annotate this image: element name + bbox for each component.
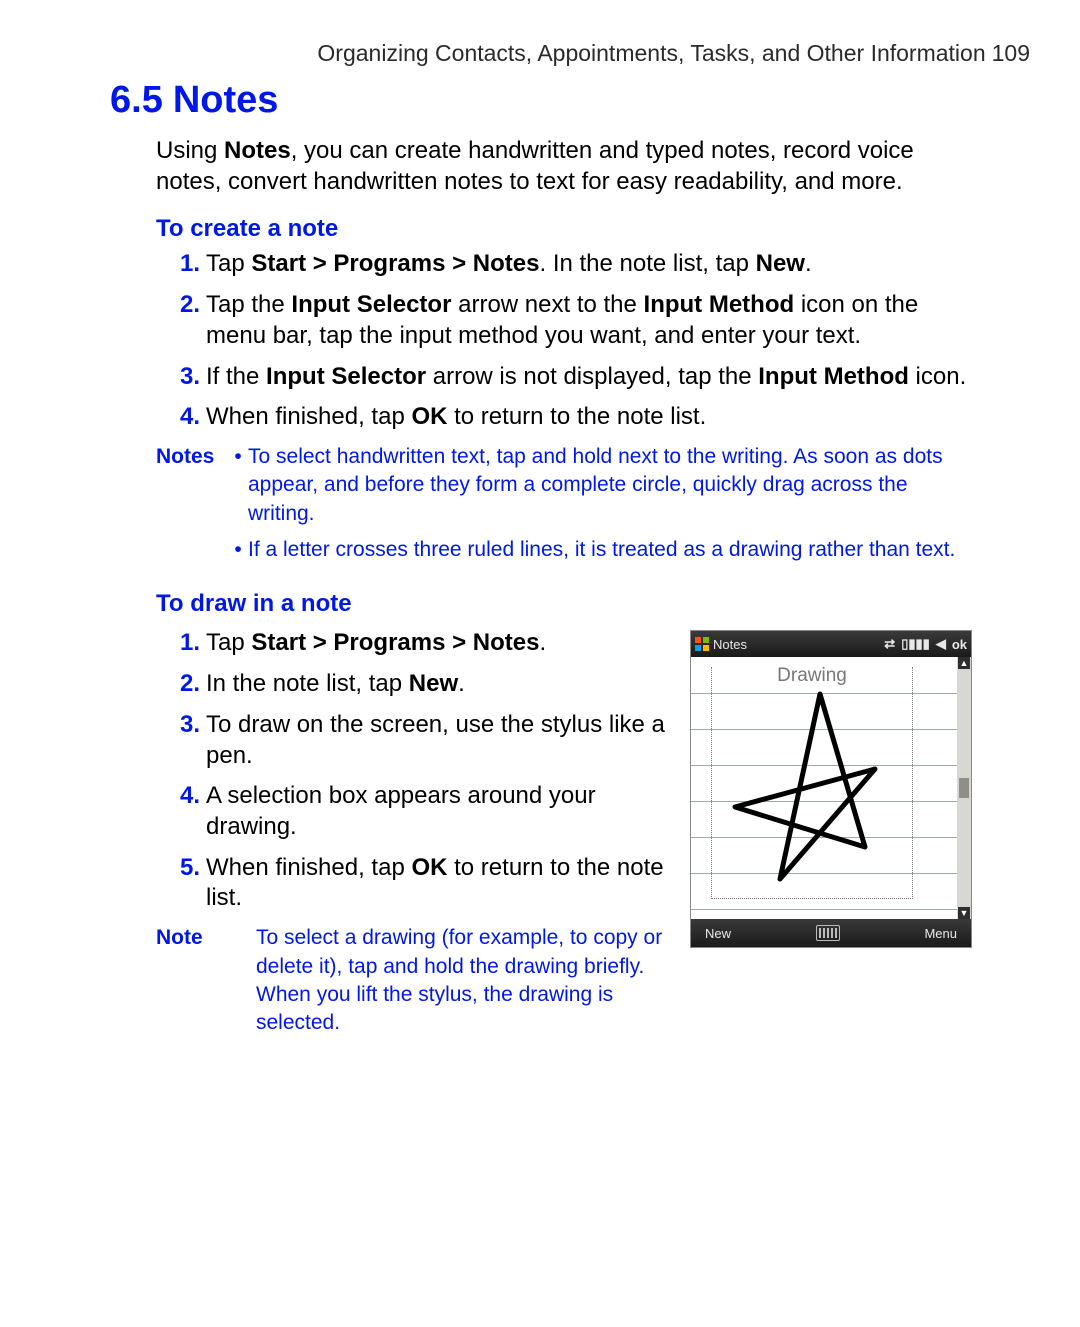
app-title: Notes [713, 637, 747, 652]
list-item: 2.In the note list, tap New. [156, 669, 670, 700]
manual-page: Organizing Contacts, Appointments, Tasks… [0, 0, 1080, 1327]
connectivity-icon: ⇄ [884, 636, 895, 652]
note-canvas[interactable]: Drawing ▲ ▼ [691, 657, 971, 919]
ok-button[interactable]: ok [952, 637, 967, 652]
section-number: 6.5 [110, 79, 163, 121]
scroll-down-icon[interactable]: ▼ [958, 907, 970, 919]
list-item: 1.Tap Start > Programs > Notes. [156, 628, 670, 659]
scrollbar[interactable]: ▲ ▼ [957, 657, 971, 919]
page-number: 109 [992, 40, 1030, 66]
windows-logo-icon [695, 637, 709, 651]
softkey-menu[interactable]: Menu [924, 926, 957, 941]
list-item: 4.When finished, tap OK to return to the… [156, 402, 970, 433]
command-bar: New Menu [691, 919, 971, 947]
create-steps: 1.Tap Start > Programs > Notes. In the n… [156, 249, 970, 433]
intro-paragraph: Using Notes, you can create handwritten … [156, 136, 970, 197]
notes-list: •To select handwritten text, tap and hol… [228, 443, 970, 572]
scroll-up-icon[interactable]: ▲ [958, 657, 970, 669]
list-item: 4.A selection box appears around your dr… [156, 781, 670, 842]
list-item: 2.Tap the Input Selector arrow next to t… [156, 290, 970, 351]
note-label: Note [156, 924, 256, 1037]
list-item: •If a letter crosses three ruled lines, … [228, 536, 970, 564]
device-screenshot: Notes ⇄ ▯▮▮▮ ◀ ok [690, 630, 972, 948]
title-bar: Notes ⇄ ▯▮▮▮ ◀ ok [691, 631, 971, 657]
notes-block: Notes •To select handwritten text, tap a… [156, 443, 970, 572]
single-note-block: Note To select a drawing (for example, t… [156, 924, 670, 1037]
list-item: 3.If the Input Selector arrow is not dis… [156, 362, 970, 393]
list-item: 1.Tap Start > Programs > Notes. In the n… [156, 249, 970, 280]
list-item: 3.To draw on the screen, use the stylus … [156, 710, 670, 771]
section-title: Notes [173, 79, 279, 121]
selection-label: Drawing [712, 665, 912, 687]
running-header: Organizing Contacts, Appointments, Tasks… [110, 40, 1030, 67]
subheading-create: To create a note [156, 215, 970, 243]
signal-icon: ▯▮▮▮ [901, 636, 930, 652]
volume-icon: ◀ [936, 636, 946, 652]
softkey-new[interactable]: New [705, 926, 731, 941]
note-text: To select a drawing (for example, to cop… [256, 924, 670, 1037]
scroll-thumb[interactable] [959, 778, 969, 798]
drawn-star-icon [725, 689, 895, 889]
subheading-draw: To draw in a note [156, 590, 970, 618]
keyboard-icon[interactable] [816, 925, 840, 941]
draw-steps: 1.Tap Start > Programs > Notes. 2.In the… [156, 628, 670, 914]
notes-label: Notes [156, 443, 228, 572]
list-item: 5.When finished, tap OK to return to the… [156, 853, 670, 914]
list-item: •To select handwritten text, tap and hol… [228, 443, 970, 528]
running-title: Organizing Contacts, Appointments, Tasks… [317, 40, 985, 66]
section-heading: 6.5Notes [110, 79, 970, 122]
